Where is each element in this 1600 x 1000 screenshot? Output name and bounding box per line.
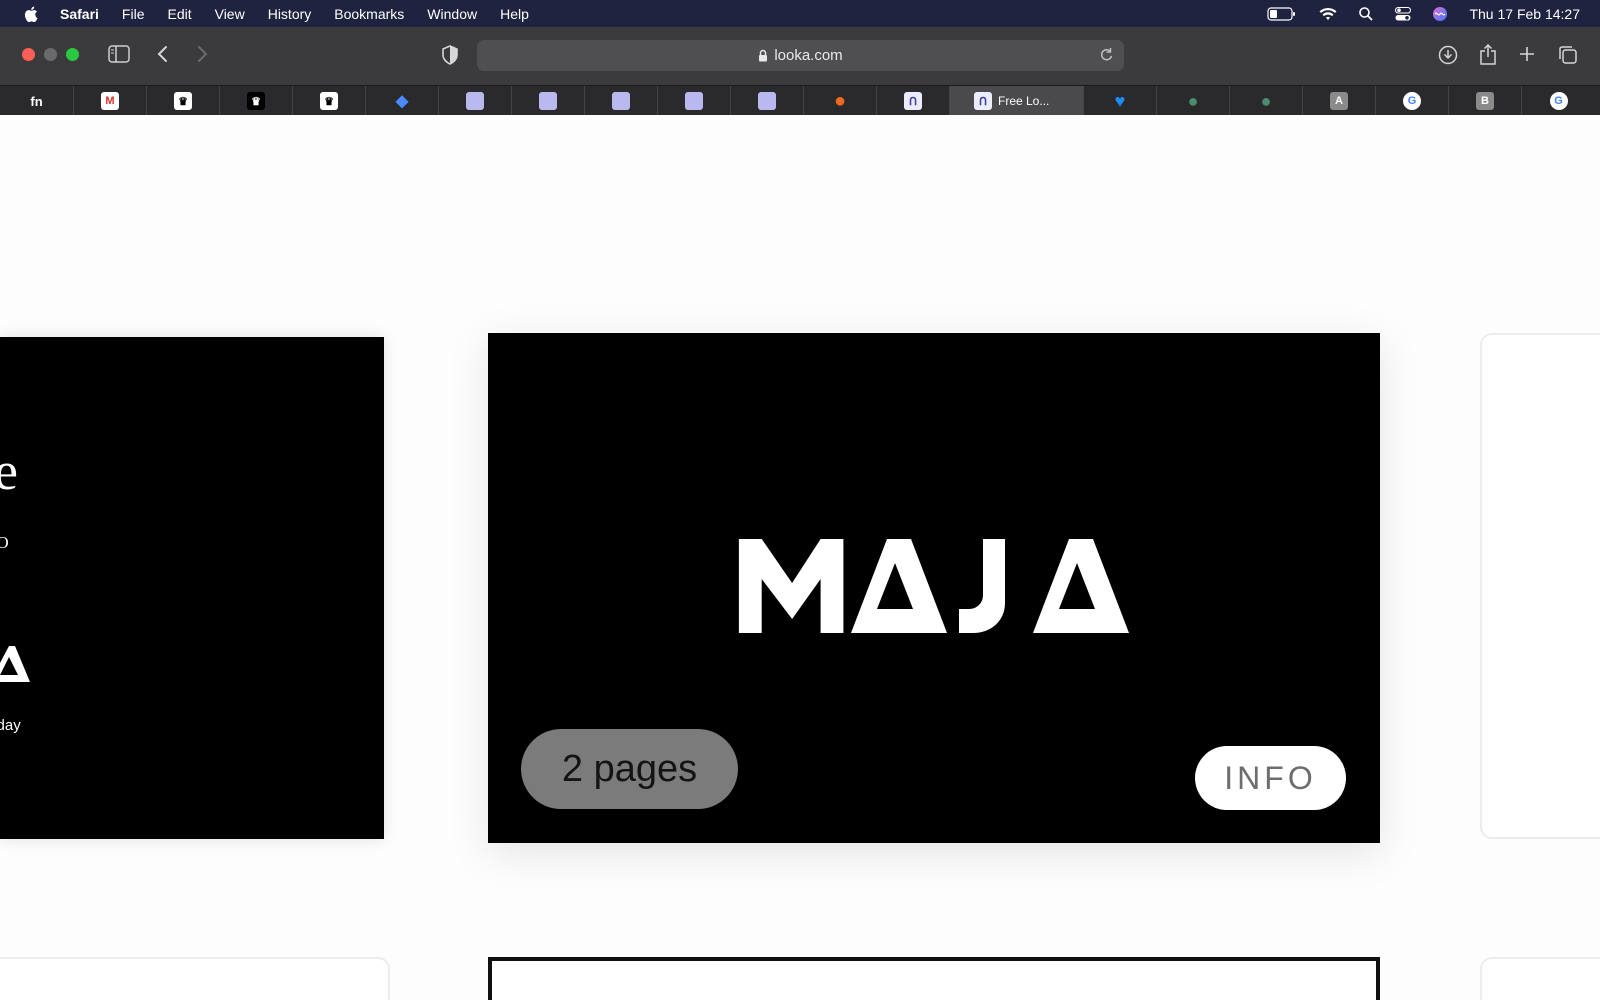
google-icon: G [1403, 92, 1421, 110]
menu-edit[interactable]: Edit [167, 6, 191, 22]
crown-icon: ♛ [174, 92, 192, 110]
wifi-icon[interactable] [1319, 7, 1337, 21]
image-icon [685, 92, 703, 110]
tab[interactable] [439, 86, 512, 116]
tab[interactable] [658, 86, 731, 116]
apple-logo-icon[interactable] [24, 5, 38, 22]
card-tagline-text: very day [0, 717, 21, 734]
maja-logo-icon [738, 539, 1129, 633]
tab[interactable]: ᑎ [877, 86, 950, 116]
page-count-badge: 2 pages [521, 729, 738, 809]
tab[interactable]: ● [1157, 86, 1230, 116]
page-content: me EO very day 2 pages INFO [0, 115, 1600, 1000]
tab-overview-icon[interactable] [1558, 45, 1578, 65]
control-center-icon[interactable] [1395, 6, 1412, 21]
spotlight-search-icon[interactable] [1359, 6, 1374, 21]
url-text: looka.com [774, 47, 843, 64]
gmail-icon: M [101, 92, 119, 110]
business-card-preview-right[interactable] [1480, 333, 1600, 839]
design-card-bottom-left[interactable] [0, 957, 390, 1000]
crown-icon: ♛ [247, 92, 265, 110]
page-count-label: 2 pages [561, 747, 698, 790]
privacy-shield-icon[interactable] [442, 45, 458, 65]
image-icon [758, 92, 776, 110]
tab[interactable] [512, 86, 585, 116]
tab[interactable]: ◆ [366, 86, 439, 116]
tab[interactable]: ♛ [293, 86, 366, 116]
forward-icon[interactable] [196, 45, 208, 63]
reload-icon[interactable] [1099, 47, 1114, 63]
tab[interactable]: B [1449, 86, 1522, 116]
menu-bar: Safari File Edit View History Bookmarks … [0, 0, 1600, 27]
image-icon [466, 92, 484, 110]
business-card-preview-left[interactable]: me EO very day [0, 337, 384, 839]
fn-icon: fn [30, 93, 43, 109]
sidebar-toggle-icon[interactable] [108, 45, 130, 63]
status-area: Thu 17 Feb 14:27 [1267, 0, 1600, 27]
tab[interactable]: fn [0, 86, 74, 116]
tab[interactable]: G [1376, 86, 1449, 116]
zoom-window-button[interactable] [66, 48, 79, 61]
tab[interactable] [731, 86, 804, 116]
google-icon: G [1549, 92, 1568, 110]
diamond-icon: ◆ [395, 93, 409, 110]
menu-file[interactable]: File [122, 6, 145, 22]
tab[interactable]: M [74, 86, 147, 116]
tab[interactable]: ♛ [220, 86, 293, 116]
globe-icon: ● [1260, 90, 1272, 111]
tab-bar: fn M ♛ ♛ ♛ ◆ ● ᑎ ᑎ Free Lo... ♥ ● ● A G … [0, 85, 1600, 116]
letter-b-icon: B [1476, 92, 1494, 110]
letter-a-icon: A [1330, 92, 1348, 110]
battery-icon[interactable] [1267, 6, 1297, 21]
tab[interactable]: A [1303, 86, 1376, 116]
menu-history[interactable]: History [268, 6, 312, 22]
share-icon[interactable] [1479, 43, 1497, 65]
address-bar[interactable]: looka.com [477, 40, 1124, 71]
new-tab-icon[interactable] [1519, 46, 1535, 62]
downloads-icon[interactable] [1438, 45, 1458, 65]
design-card-bottom-main[interactable] [488, 957, 1380, 1000]
image-icon [612, 92, 630, 110]
info-button-label: INFO [1224, 759, 1317, 796]
info-button[interactable]: INFO [1195, 746, 1346, 810]
tab-active[interactable]: ᑎ Free Lo... [950, 86, 1084, 116]
menu-view[interactable]: View [215, 6, 245, 22]
menu-window[interactable]: Window [427, 6, 477, 22]
image-icon [539, 92, 557, 110]
tab[interactable]: ♥ [1084, 86, 1157, 116]
looka-icon: ᑎ [904, 92, 922, 110]
crown-icon: ♛ [320, 92, 338, 110]
business-card-preview-main[interactable]: 2 pages INFO [488, 333, 1380, 843]
menu-help[interactable]: Help [500, 6, 529, 22]
looka-icon: ᑎ [974, 92, 992, 110]
tab[interactable] [585, 86, 658, 116]
back-icon[interactable] [157, 45, 169, 63]
minimize-window-button[interactable] [44, 48, 57, 61]
close-window-button[interactable] [22, 48, 35, 61]
siri-icon[interactable] [1433, 6, 1448, 21]
card-name-text: me [0, 441, 18, 501]
tab-title: Free Lo... [998, 94, 1050, 108]
design-card-bottom-right[interactable] [1480, 957, 1600, 1000]
card-role-text: EO [0, 533, 9, 552]
tab[interactable]: G [1522, 86, 1595, 116]
tab[interactable]: ● [804, 86, 877, 116]
browser-toolbar: looka.com [0, 27, 1600, 85]
tab[interactable]: ● [1230, 86, 1303, 116]
globe-icon: ● [1187, 90, 1199, 111]
menu-clock[interactable]: Thu 17 Feb 14:27 [1469, 6, 1580, 22]
orange-circle-icon: ● [833, 89, 847, 112]
menu-app-name[interactable]: Safari [60, 6, 99, 22]
maja-logo-fragment-icon [0, 646, 30, 682]
menu-bookmarks[interactable]: Bookmarks [334, 6, 404, 22]
tab[interactable]: ♛ [147, 86, 220, 116]
heart-icon: ♥ [1114, 90, 1126, 111]
lock-icon [758, 49, 768, 62]
